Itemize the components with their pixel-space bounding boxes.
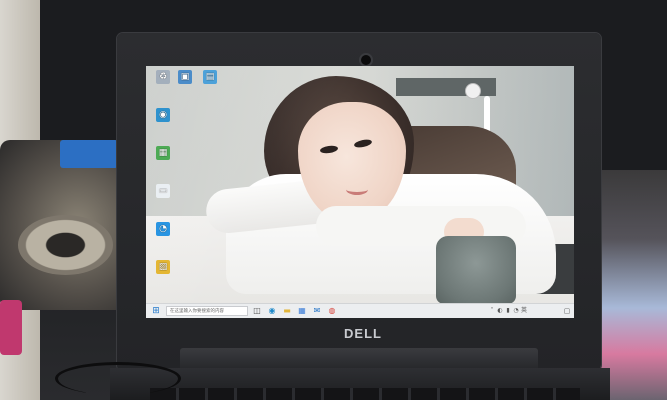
start-button[interactable]: ⊞ <box>150 305 162 317</box>
desktop-icon-1[interactable]: ▣ <box>171 70 199 85</box>
desktop-icon-6[interactable]: ◔ <box>149 222 177 237</box>
recycle-bin-icon: ♻ <box>156 70 170 84</box>
desktop-icon-7[interactable]: ▨ <box>149 260 177 275</box>
desktop-icon-area: ♻ ▣ ▤ ◉ ▦ ▭ ◔ ▨ <box>146 66 574 296</box>
chrome-taskbar-icon[interactable]: ◍ <box>326 305 338 317</box>
tape-roll <box>18 215 113 275</box>
laptop-screen: ♻ ▣ ▤ ◉ ▦ ▭ ◔ ▨ ⊞ 在这里输入你要搜索的内容 ◫ ◉ ▬ ▦ ✉… <box>146 66 574 318</box>
explorer-taskbar-icon[interactable]: ▬ <box>281 305 293 317</box>
edge-taskbar-icon[interactable]: ◉ <box>266 305 278 317</box>
desktop-icon-5[interactable]: ▭ <box>149 184 177 199</box>
desktop-icon-3[interactable]: ◉ <box>149 108 177 123</box>
taskbar: ⊞ 在这里输入你要搜索的内容 ◫ ◉ ▬ ▦ ✉ ◍ ˄ ◐ ▮ ◔ 英 ▢ <box>146 303 574 318</box>
tray-battery-icon[interactable]: ▮ <box>504 304 512 318</box>
notification-icon[interactable]: ▢ <box>562 304 572 318</box>
cable <box>55 362 181 395</box>
keyboard-keys <box>150 388 580 400</box>
system-tray: ˄ ◐ ▮ ◔ 英 ▢ <box>488 304 574 318</box>
tray-ime-icon[interactable]: 英 <box>520 304 528 318</box>
edge-icon: ◉ <box>156 108 170 122</box>
document-icon: ▭ <box>156 184 170 198</box>
app-green-icon: ▦ <box>156 146 170 160</box>
taskview-icon[interactable]: ◫ <box>251 305 263 317</box>
desktop-icon-4[interactable]: ▦ <box>149 146 177 161</box>
mail-taskbar-icon[interactable]: ✉ <box>311 305 323 317</box>
tray-network-icon[interactable]: ◐ <box>496 304 504 318</box>
tray-chevron-icon[interactable]: ˄ <box>488 304 496 318</box>
computer-icon: ▣ <box>178 70 192 84</box>
network-icon: ▤ <box>203 70 217 84</box>
pink-item <box>0 300 22 355</box>
desktop-icon-2[interactable]: ▤ <box>196 70 224 85</box>
webcam <box>361 55 371 65</box>
chat-icon: ◔ <box>156 222 170 236</box>
taskbar-search-input[interactable]: 在这里输入你要搜索的内容 <box>166 306 248 316</box>
app-yellow-icon: ▨ <box>156 260 170 274</box>
laptop-brand-logo: DELL <box>344 326 382 341</box>
store-taskbar-icon[interactable]: ▦ <box>296 305 308 317</box>
blue-box <box>60 140 118 168</box>
photo-scene: DELL ♻ ▣ ▤ ◉ ▦ ▭ ◔ ▨ ⊞ 在这里输入你要搜索的内容 ◫ ◉ … <box>0 0 667 400</box>
tray-volume-icon[interactable]: ◔ <box>512 304 520 318</box>
